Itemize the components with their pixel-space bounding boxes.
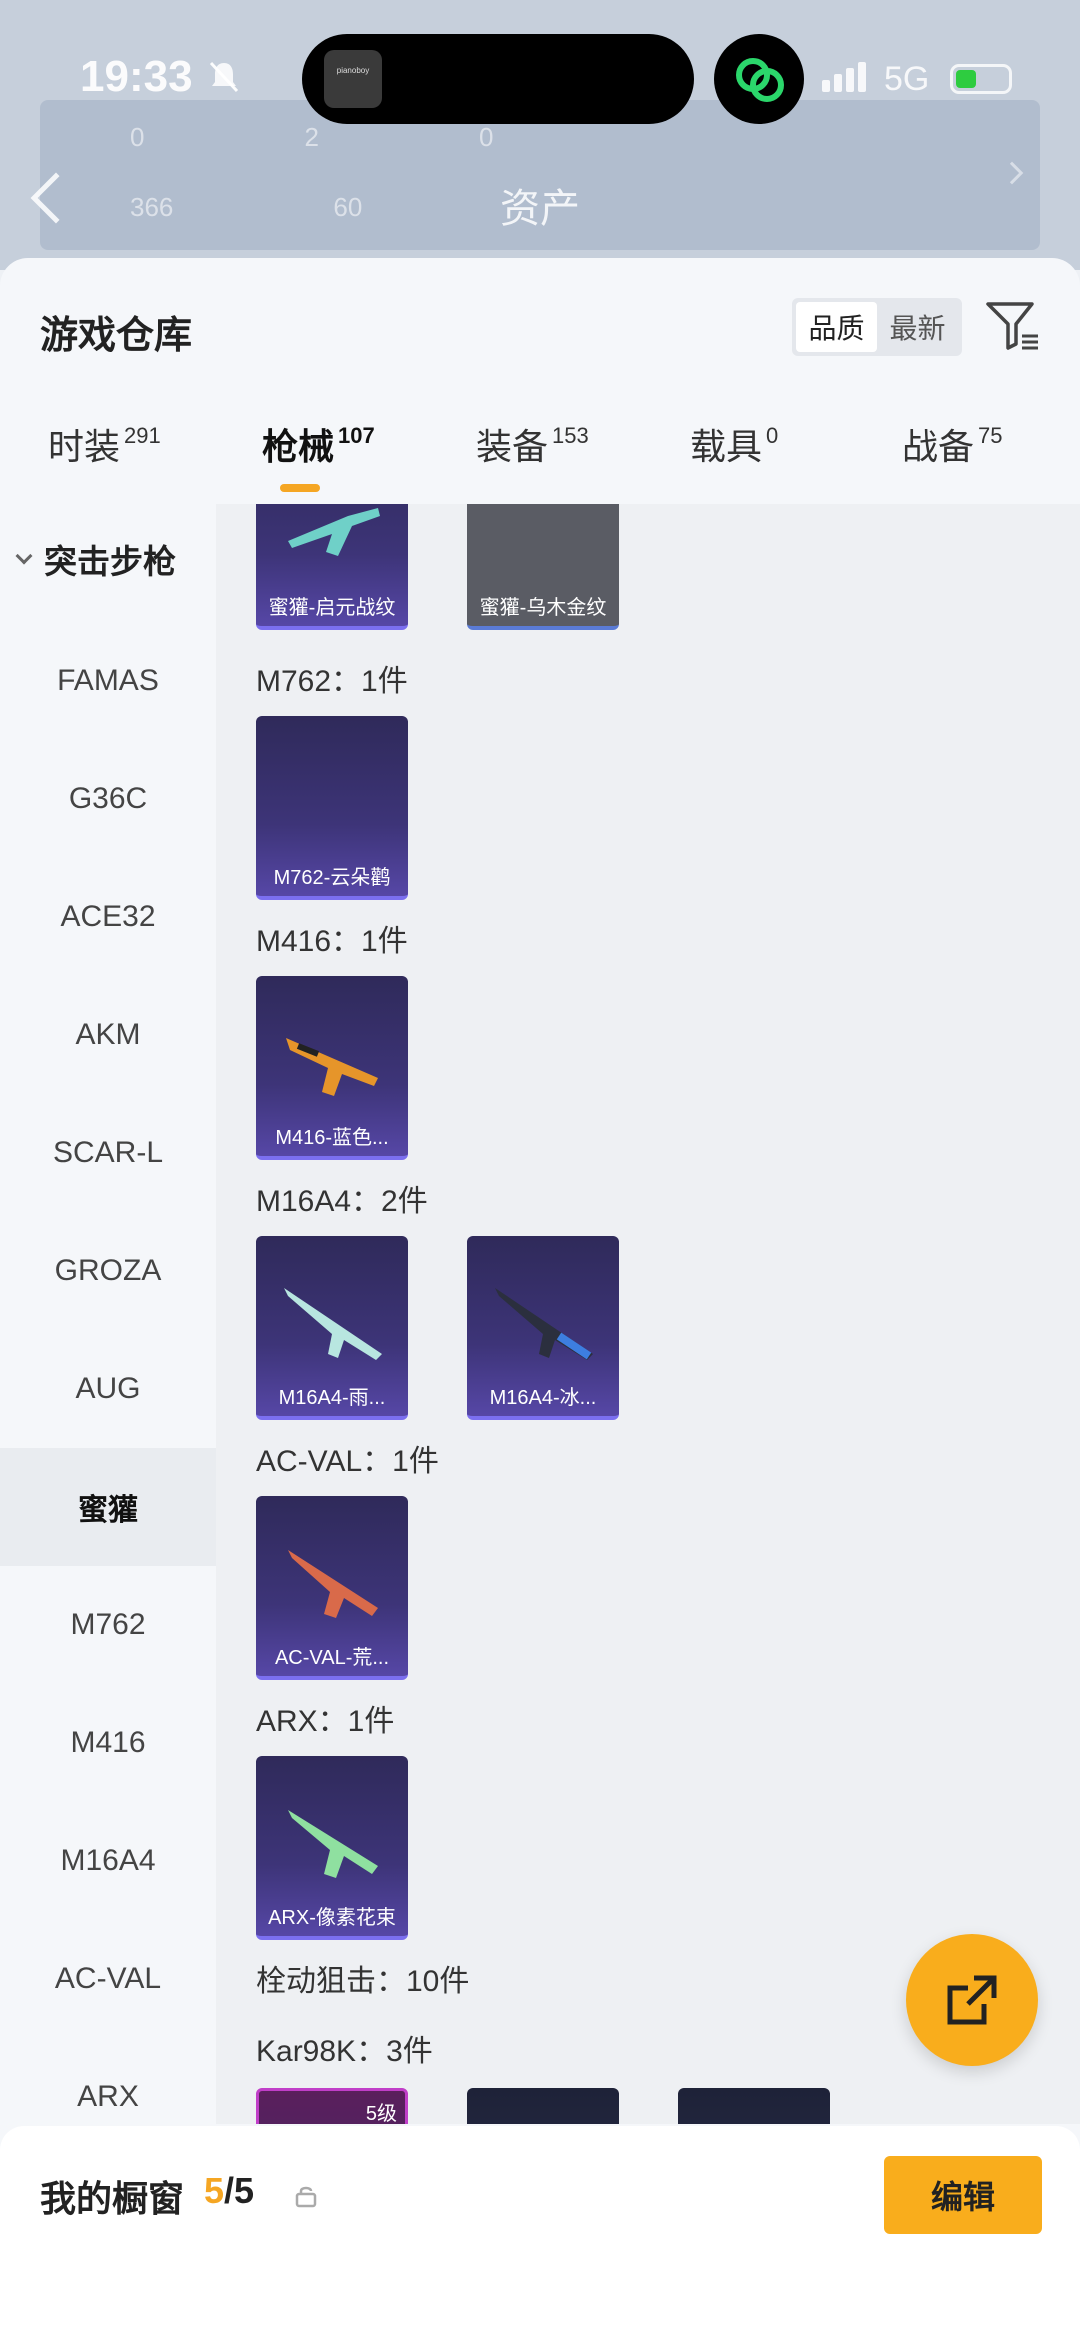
sidebar-item-scar-l[interactable]: SCAR-L — [0, 1094, 216, 1212]
signal-icon — [822, 62, 866, 92]
sidebar-item-groza[interactable]: GROZA — [0, 1212, 216, 1330]
stats-row-2: 366 60 — [130, 192, 362, 223]
card-name: 蜜獾-启元战纹 — [268, 597, 396, 619]
card-name: AC-VAL-荒... — [274, 1647, 390, 1669]
external-link-icon — [947, 1975, 997, 2025]
app-indicator[interactable] — [714, 34, 804, 124]
tab-weapons[interactable]: 枪械 107 — [262, 418, 375, 470]
group-label: M16A4：2件 — [256, 1185, 428, 1218]
sidebar-item-aug[interactable]: AUG — [0, 1330, 216, 1448]
status-time: 19:33 — [80, 52, 193, 101]
showcase-label: 我的橱窗 — [40, 2178, 185, 2219]
sidebar-item-ace32[interactable]: ACE32 — [0, 858, 216, 976]
bell-muted-icon — [209, 61, 239, 93]
card-name: M16A4-冰... — [489, 1387, 597, 1409]
sidebar-item-m762[interactable]: M762 — [0, 1566, 216, 1684]
album-art: pianoboy — [324, 50, 382, 108]
group-label: ARX：1件 — [256, 1705, 395, 1738]
card-name: M762-云朵鹳 — [273, 867, 391, 889]
rifle-icon — [288, 1550, 378, 1618]
chevron-down-icon — [15, 547, 33, 565]
weapon-card[interactable]: M16A4-雨... — [256, 1236, 408, 1420]
card-name: 蜜獾-乌木金纹 — [479, 597, 607, 619]
stat-value: 60 — [333, 192, 363, 222]
weapon-card[interactable]: M416-蓝色... — [256, 976, 408, 1160]
weapon-card[interactable]: ARX-像素花束 — [256, 1756, 408, 1940]
dynamic-island[interactable]: pianoboy — [302, 34, 694, 124]
weapon-card[interactable]: 蜜獾-启元战纹 — [256, 504, 408, 630]
sidebar-item-m416[interactable]: M416 — [0, 1684, 216, 1802]
card-name: M416-蓝色... — [275, 1127, 389, 1149]
sidebar-item-akm[interactable]: AKM — [0, 976, 216, 1094]
filter-icon[interactable] — [984, 298, 1040, 354]
sort-quality[interactable]: 品质 — [796, 302, 877, 352]
rifle-icon — [495, 1288, 593, 1360]
weapon-card[interactable]: M16A4-冰... — [467, 1236, 619, 1420]
asset-title: 资产 — [500, 187, 580, 231]
group-label: M416：1件 — [256, 925, 408, 958]
stat-value: 2 — [304, 122, 319, 152]
weapon-content: 蜜獾-启元战纹 蜜獾-乌木金纹 M762：1件 M762-云朵鹳 M416：1件… — [216, 504, 1080, 2124]
weapon-card[interactable]: AC-VAL-荒... — [256, 1496, 408, 1680]
showcase-bar: 我的橱窗 5/5 编辑 — [0, 2126, 1080, 2347]
sidebar-item-m16a4[interactable]: M16A4 — [0, 1802, 216, 1920]
group-label: AC-VAL：1件 — [256, 1445, 439, 1478]
section-label: 栓动狙击：10件 — [256, 1965, 470, 1998]
card-name: M16A4-雨... — [278, 1387, 386, 1409]
sidebar-item-honey-badger[interactable]: 蜜獾 — [0, 1448, 216, 1566]
card-name: ARX-像素花束 — [268, 1907, 396, 1929]
rifle-icon — [288, 508, 380, 556]
sidebar-item-g36c[interactable]: G36C — [0, 740, 216, 858]
tab-supplies[interactable]: 战备 75 — [902, 418, 1003, 470]
stat-value: 366 — [130, 192, 174, 222]
stat-value: 0 — [478, 122, 494, 152]
group-label: M762：1件 — [256, 665, 408, 698]
weapon-card[interactable] — [467, 2088, 619, 2124]
rifle-icon — [284, 1288, 382, 1360]
page-title: 游戏仓库 — [40, 315, 193, 357]
share-fab[interactable] — [906, 1934, 1038, 2066]
weapon-card[interactable] — [678, 2088, 830, 2124]
tab-fashion[interactable]: 时装 291 — [48, 418, 161, 470]
network-type: 5G — [884, 60, 930, 98]
battery-icon — [950, 64, 1012, 94]
sort-toggle[interactable]: 品质 最新 — [792, 298, 962, 356]
sidebar-item-famas[interactable]: FAMAS — [0, 622, 216, 740]
level-badge: 5级 — [365, 2103, 397, 2124]
weapon-sidebar: 突击步枪 FAMAS G36C ACE32 AKM SCAR-L GROZA A… — [0, 504, 216, 2124]
sidebar-group-assault-rifles[interactable]: 突击步枪 — [0, 504, 216, 614]
sort-newest[interactable]: 最新 — [877, 302, 958, 352]
rifle-icon — [288, 1810, 378, 1878]
stats-row-1: 0 2 0 — [130, 122, 493, 153]
weapon-card[interactable]: M762-云朵鹳 — [256, 716, 408, 900]
tab-vehicles[interactable]: 载具 0 — [690, 418, 778, 470]
tab-equipment[interactable]: 装备 153 — [476, 418, 589, 470]
sidebar-item-ac-val[interactable]: AC-VAL — [0, 1920, 216, 2038]
weapon-card[interactable]: 蜜獾-乌木金纹 — [467, 504, 619, 630]
edit-button[interactable]: 编辑 — [884, 2156, 1042, 2234]
category-tabs: 时装 291 枪械 107 装备 153 载具 0 战备 75 — [0, 418, 1080, 498]
blurred-header: 0 2 0 366 60 资产 19:33 pianoboy 5G — [0, 0, 1080, 270]
stat-value: 0 — [130, 122, 145, 152]
rifle-icon — [286, 1038, 378, 1096]
lock-icon — [295, 2186, 317, 2208]
showcase-count: 5/5 — [204, 2170, 255, 2211]
group-label: Kar98K：3件 — [256, 2035, 433, 2068]
weapon-card[interactable]: 5级 — [256, 2088, 408, 2124]
active-tab-indicator — [280, 484, 320, 492]
